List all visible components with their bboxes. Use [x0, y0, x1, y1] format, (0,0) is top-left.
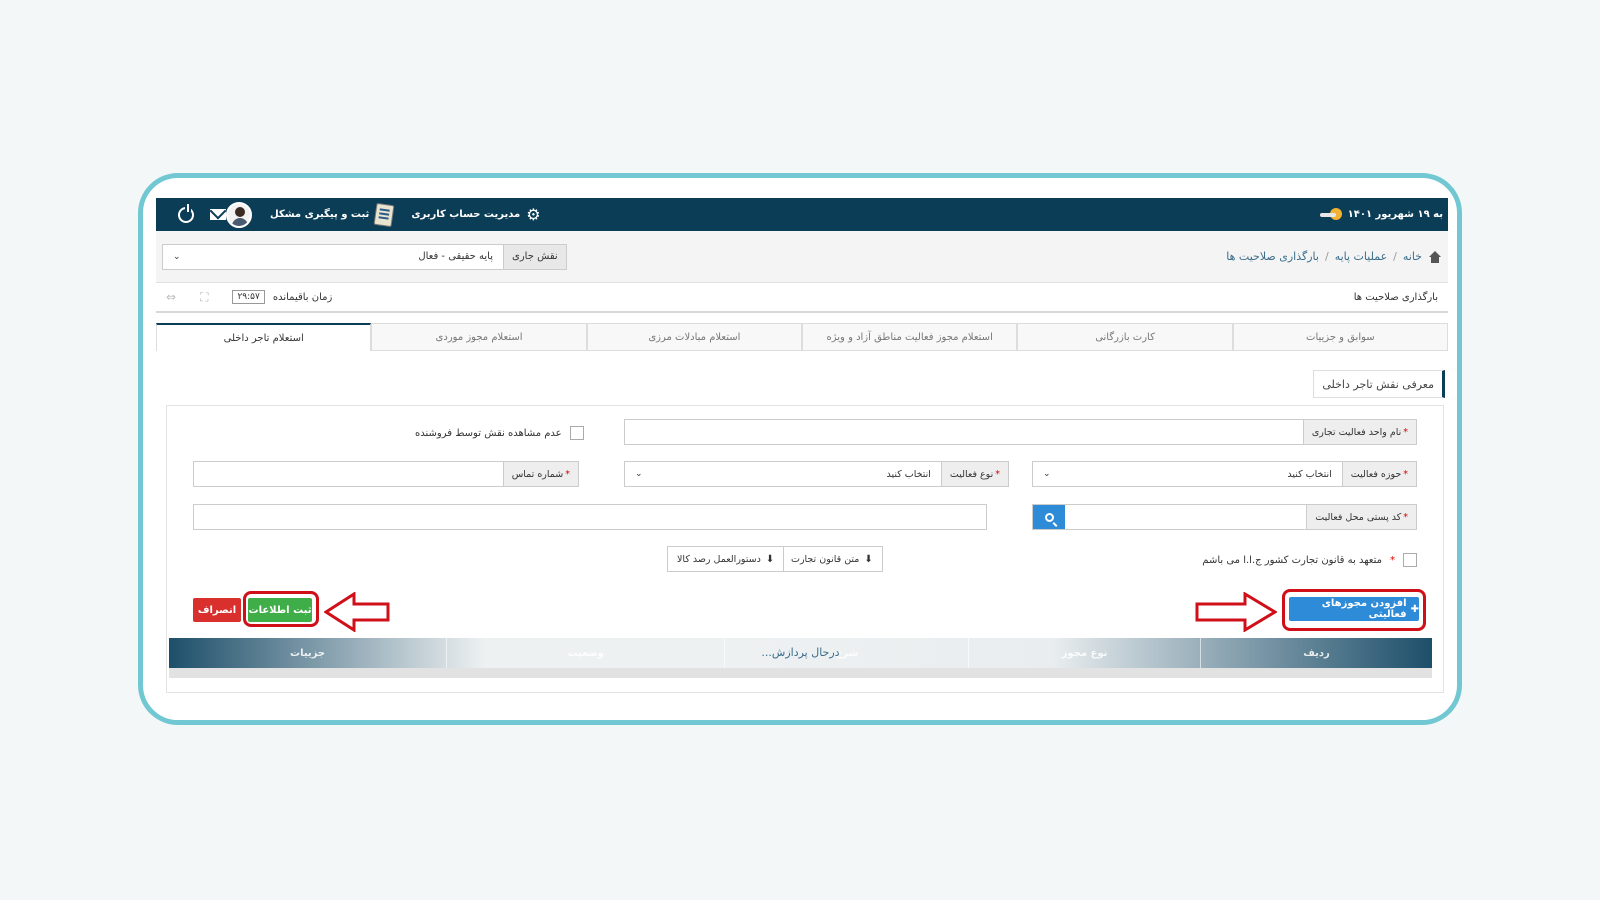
app-window: به ۱۹ شهریور ۱۴۰۱ ⚙ مدیریت حساب کاربری ث…: [156, 198, 1448, 720]
tab-free-zones-inquiry[interactable]: استعلام مجوز فعالیت مناطق آزاد و ویژه: [802, 323, 1018, 351]
role-value: پایه حقیقی - فعال: [418, 251, 493, 262]
address-input[interactable]: [194, 505, 986, 529]
tracking-guide-label: دستورالعمل رصد کالا: [677, 553, 761, 565]
postal-code-input[interactable]: [1065, 505, 1306, 529]
chevron-down-icon: ⌄: [173, 251, 181, 262]
commitment-label: متعهد به قانون تجارت کشور ج.ا.ا می باشم: [1202, 554, 1382, 566]
arrows-icon[interactable]: ⇔: [166, 290, 176, 304]
avatar[interactable]: [226, 201, 252, 228]
breadcrumb-current: بارگذاری صلاحیت ها: [1226, 250, 1319, 263]
domain-select[interactable]: انتخاب کنید ⌄: [1033, 462, 1342, 486]
timer-label: زمان باقیمانده: [272, 291, 333, 303]
home-icon[interactable]: [1428, 250, 1442, 263]
role-label: نقش جاری: [503, 244, 566, 269]
activity-type-field[interactable]: * نوع فعالیت انتخاب کنید ⌄: [624, 461, 1009, 487]
annotation-arrow-left: [324, 592, 390, 632]
role-selector[interactable]: نقش جاری پایه حقیقی - فعال ⌄: [162, 243, 567, 270]
unit-name-field[interactable]: * نام واحد فعالیت تجاری: [624, 419, 1417, 445]
hide-role-checkbox[interactable]: [569, 426, 584, 440]
commitment-checkbox[interactable]: [1403, 553, 1417, 567]
top-bar: به ۱۹ شهریور ۱۴۰۱ ⚙ مدیریت حساب کاربری ث…: [156, 198, 1448, 231]
domain-field[interactable]: * حوزه فعالیت انتخاب کنید ⌄: [1032, 461, 1417, 487]
commitment-option[interactable]: * متعهد به قانون تجارت کشور ج.ا.ا می باش…: [1202, 553, 1417, 567]
phone-field[interactable]: * شماره تماس: [193, 461, 579, 487]
hide-role-option[interactable]: عدم مشاهده نقش توسط فروشنده: [415, 426, 584, 440]
section-title: معرفی نقش تاجر داخلی: [1313, 370, 1445, 398]
phone-input[interactable]: [194, 462, 503, 486]
download-icon: ⬇: [765, 553, 775, 565]
activity-type-value: انتخاب کنید: [886, 468, 931, 480]
annotation-arrow-right: [1195, 592, 1277, 632]
trade-law-label: متن قانون تجارت: [791, 553, 860, 565]
unit-name-label: * نام واحد فعالیت تجاری: [1302, 420, 1416, 444]
tab-bar: سوابق و جزییات کارت بازرگانی استعلام مجو…: [156, 323, 1448, 351]
breadcrumb-home[interactable]: خانه: [1403, 250, 1422, 263]
breadcrumb-base-operations[interactable]: عملیات پایه: [1335, 250, 1387, 263]
address-field[interactable]: [193, 504, 987, 530]
moon-icon: [1319, 207, 1342, 220]
account-management-link[interactable]: ⚙ مدیریت حساب کاربری: [411, 205, 540, 224]
expand-icon[interactable]: ⛶: [200, 290, 208, 305]
trade-law-button[interactable]: ⬇ متن قانون تجارت: [781, 546, 883, 572]
chevron-down-icon: ⌄: [1043, 469, 1051, 479]
phone-label: * شماره تماس: [502, 462, 578, 486]
tab-border-exchange-inquiry[interactable]: استعلام مبادلات مرزی: [586, 323, 803, 351]
date-text: به ۱۹ شهریور ۱۴۰۱: [1347, 209, 1443, 220]
unit-name-input[interactable]: [625, 420, 1303, 444]
download-icon: ⬇: [864, 553, 873, 565]
activity-type-label: * نوع فعالیت: [940, 462, 1008, 486]
search-icon: [1044, 512, 1054, 522]
issue-tracking-label: ثبت و پیگیری مشکل: [270, 209, 370, 220]
license-grid: ردیف نوع مجوز شرح وضعیت جزییات درحال پرد…: [169, 638, 1432, 678]
timer-value: ۲۹:۵۷: [232, 290, 265, 304]
postal-code-label: * کد پستی محل فعالیت: [1306, 505, 1416, 529]
issue-tracking-link[interactable]: ثبت و پیگیری مشکل: [270, 202, 395, 227]
screenshot-frame: به ۱۹ شهریور ۱۴۰۱ ⚙ مدیریت حساب کاربری ث…: [138, 173, 1462, 725]
page-title: بارگذاری صلاحیت ها: [1353, 291, 1438, 303]
role-select[interactable]: پایه حقیقی - فعال ⌄: [163, 245, 503, 269]
tab-business-card[interactable]: کارت بازرگانی: [1017, 323, 1233, 351]
domain-label: * حوزه فعالیت: [1341, 462, 1416, 486]
mail-icon[interactable]: [210, 209, 226, 220]
tab-domestic-trader-inquiry[interactable]: استعلام تاجر داخلی: [156, 323, 372, 351]
session-timer: زمان باقیمانده ۲۹:۵۷ ⛶ ⇔: [166, 290, 332, 305]
sub-header: بارگذاری صلاحیت ها زمان باقیمانده ۲۹:۵۷ …: [156, 283, 1448, 313]
power-icon[interactable]: [178, 203, 194, 223]
annotation-highlight-add: [1282, 589, 1426, 631]
activity-type-select[interactable]: انتخاب کنید ⌄: [625, 462, 941, 486]
domain-value: انتخاب کنید: [1287, 468, 1332, 480]
grid-footer: [169, 668, 1432, 678]
account-management-label: مدیریت حساب کاربری: [411, 209, 521, 220]
gears-icon: ⚙: [526, 205, 541, 224]
postal-code-field[interactable]: * کد پستی محل فعالیت: [1032, 504, 1417, 530]
notebook-icon: [373, 202, 395, 227]
tab-case-license-inquiry[interactable]: استعلام مجوز موردی: [371, 323, 587, 351]
search-button[interactable]: [1033, 505, 1065, 529]
breadcrumb: خانه / عملیات پایه / بارگذاری صلاحیت ها: [1226, 250, 1442, 263]
tab-history[interactable]: سوابق و جزییات: [1232, 323, 1448, 351]
breadcrumb-row: خانه / عملیات پایه / بارگذاری صلاحیت ها …: [156, 231, 1448, 283]
chevron-down-icon: ⌄: [635, 469, 643, 479]
tracking-guide-button[interactable]: ⬇ دستورالعمل رصد کالا: [667, 546, 785, 572]
date-display: به ۱۹ شهریور ۱۴۰۱: [1319, 207, 1443, 220]
cancel-button[interactable]: انصراف: [193, 598, 241, 622]
grid-loading-text: درحال پردازش...: [761, 646, 840, 659]
annotation-highlight-submit: [243, 591, 319, 627]
hide-role-label: عدم مشاهده نقش توسط فروشنده: [415, 427, 562, 439]
